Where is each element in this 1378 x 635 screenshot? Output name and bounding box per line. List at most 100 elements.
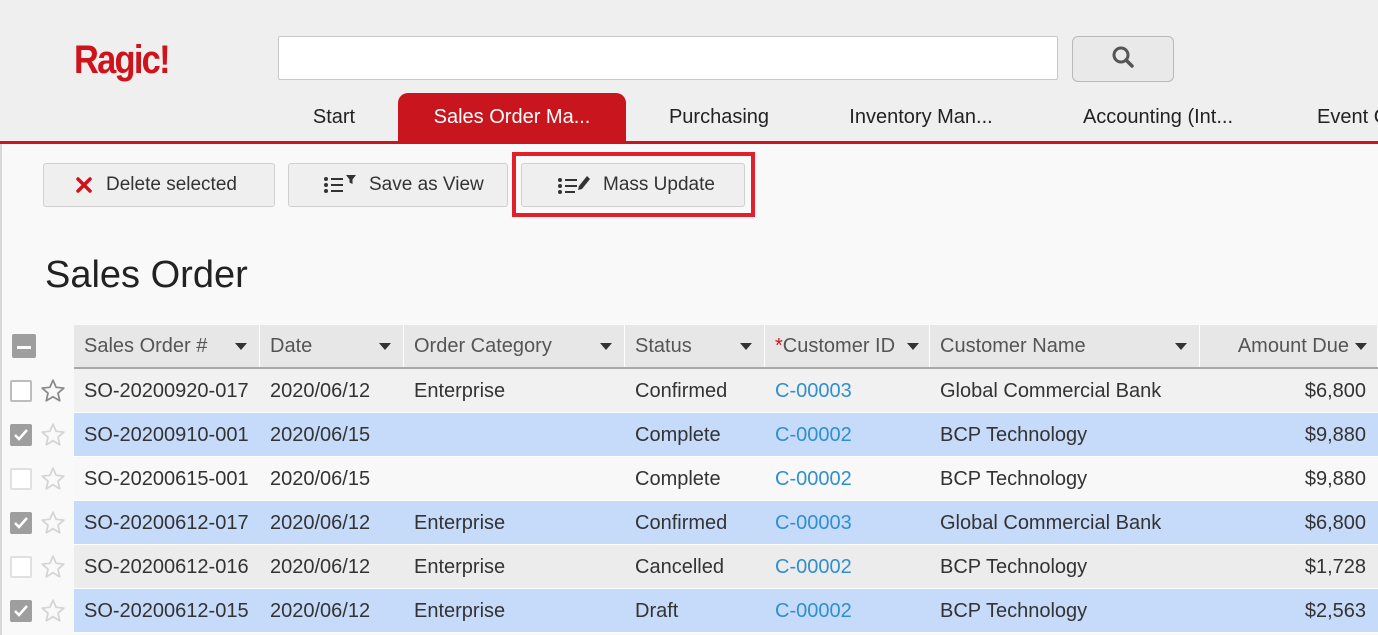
- star-icon[interactable]: [40, 378, 66, 404]
- cell-date: 2020/06/12: [270, 599, 371, 622]
- cell-amount-due: $9,880: [1304, 423, 1366, 446]
- required-marker: *: [775, 334, 783, 357]
- row-controls: [10, 457, 70, 501]
- cell-customer-id[interactable]: C-00003: [765, 369, 930, 413]
- search-button[interactable]: [1072, 36, 1174, 82]
- table-row[interactable]: SO-20200920-017 2020/06/12 Enterprise Confi…: [74, 369, 1378, 413]
- table-row[interactable]: SO-20200615-001 2020/06/15 Complete C-00002…: [74, 457, 1378, 501]
- save-as-view-label: Save as View: [369, 174, 484, 195]
- star-icon[interactable]: [40, 510, 66, 536]
- column-header-order-category[interactable]: Order Category: [404, 325, 625, 367]
- sort-dropdown-icon[interactable]: [235, 343, 247, 350]
- row-checkbox[interactable]: [10, 512, 32, 534]
- row-checkbox[interactable]: [10, 424, 32, 446]
- search-icon: [1111, 45, 1135, 74]
- cell-sales-order: SO-20200612-016: [84, 555, 249, 578]
- star-icon[interactable]: [40, 554, 66, 580]
- cell-status: Confirmed: [635, 379, 728, 402]
- cell-amount-due: $1,728: [1304, 555, 1366, 578]
- star-icon[interactable]: [40, 598, 66, 624]
- cell-customer-name: Global Commercial Bank: [940, 511, 1162, 534]
- cell-customer-name: BCP Technology: [940, 423, 1088, 446]
- save-as-view-button[interactable]: Save as View: [288, 163, 508, 207]
- column-header-sales-order[interactable]: Sales Order #: [74, 325, 260, 367]
- cell-status: Complete: [635, 423, 721, 446]
- row-checkbox[interactable]: [10, 600, 32, 622]
- column-header-customer-name[interactable]: Customer Name: [930, 325, 1200, 367]
- cell-customer-name: Global Commercial Bank: [940, 379, 1162, 402]
- star-icon[interactable]: [40, 466, 66, 492]
- cell-customer-id[interactable]: C-00002: [765, 457, 930, 501]
- row-controls: [10, 545, 70, 589]
- row-checkbox[interactable]: [10, 556, 32, 578]
- cell-order-category: [404, 457, 625, 501]
- select-all-checkbox[interactable]: [12, 334, 36, 358]
- highlight-annotation: [512, 152, 755, 217]
- cell-customer-id[interactable]: C-00002: [765, 413, 930, 457]
- cell-amount-due: $6,800: [1304, 379, 1366, 402]
- table-row[interactable]: SO-20200612-015 2020/06/12 Enterprise Draft…: [74, 589, 1378, 633]
- cell-order-category: Enterprise: [414, 511, 506, 534]
- search-input[interactable]: [278, 36, 1058, 80]
- cell-date: 2020/06/12: [270, 511, 371, 534]
- tab-accounting[interactable]: Accounting (Int...: [1060, 93, 1256, 141]
- cell-amount-due: $9,880: [1304, 467, 1366, 490]
- tab-sales-order[interactable]: Sales Order Ma...: [398, 93, 626, 141]
- cell-sales-order: SO-20200910-001: [84, 423, 249, 446]
- cell-customer-id[interactable]: C-00002: [765, 545, 930, 589]
- sort-dropdown-icon[interactable]: [1175, 343, 1187, 350]
- cell-sales-order: SO-20200612-015: [84, 599, 249, 622]
- ragic-logo[interactable]: Ragic!: [74, 38, 171, 83]
- check-icon: [14, 517, 28, 529]
- sort-dropdown-icon[interactable]: [907, 343, 919, 350]
- cell-date: 2020/06/15: [270, 467, 371, 490]
- cell-order-category: Enterprise: [414, 599, 506, 622]
- sort-dropdown-icon[interactable]: [600, 343, 612, 350]
- cell-sales-order: SO-20200612-017: [84, 511, 249, 534]
- column-header-date[interactable]: Date: [260, 325, 404, 367]
- delete-icon: [74, 175, 94, 195]
- tab-purchasing[interactable]: Purchasing: [648, 93, 790, 141]
- sort-dropdown-icon[interactable]: [740, 343, 752, 350]
- row-controls: [10, 369, 70, 413]
- cell-status: Draft: [635, 599, 679, 622]
- cell-customer-name: BCP Technology: [940, 467, 1088, 490]
- table-header: Sales Order # Date Order Category Status…: [74, 325, 1378, 369]
- row-controls: [10, 413, 70, 457]
- tab-event[interactable]: Event C: [1296, 93, 1378, 141]
- module-tabs: Start Sales Order Ma... Purchasing Inven…: [0, 93, 1378, 141]
- delete-selected-button[interactable]: Delete selected: [43, 163, 275, 207]
- table-row[interactable]: SO-20200612-016 2020/06/12 Enterprise Cance…: [74, 545, 1378, 589]
- check-icon: [14, 605, 28, 617]
- column-header-customer-id[interactable]: * Customer ID: [765, 325, 930, 367]
- star-icon[interactable]: [40, 422, 66, 448]
- cell-date: 2020/06/12: [270, 379, 371, 402]
- cell-status: Confirmed: [635, 511, 728, 534]
- cell-customer-name: BCP Technology: [940, 555, 1088, 578]
- cell-sales-order: SO-20200615-001: [84, 467, 249, 490]
- delete-selected-label: Delete selected: [106, 174, 237, 195]
- column-header-status[interactable]: Status: [625, 325, 765, 367]
- column-header-amount-due[interactable]: Amount Due: [1200, 325, 1378, 367]
- cell-order-category: Enterprise: [414, 379, 506, 402]
- cell-amount-due: $6,800: [1304, 511, 1366, 534]
- sort-dropdown-icon[interactable]: [1355, 343, 1367, 350]
- minus-icon: [17, 337, 31, 355]
- cell-sales-order: SO-20200920-017: [84, 379, 249, 402]
- check-icon: [14, 429, 28, 441]
- cell-order-category: [404, 413, 625, 457]
- table-row[interactable]: SO-20200910-001 2020/06/15 Complete C-00002…: [74, 413, 1378, 457]
- row-checkbox[interactable]: [10, 380, 32, 402]
- sort-dropdown-icon[interactable]: [379, 343, 391, 350]
- tab-start[interactable]: Start: [288, 93, 380, 141]
- cell-status: Complete: [635, 467, 721, 490]
- cell-customer-name: BCP Technology: [940, 599, 1088, 622]
- row-checkbox[interactable]: [10, 468, 32, 490]
- cell-customer-id[interactable]: C-00002: [765, 589, 930, 633]
- row-controls: [10, 589, 70, 633]
- cell-customer-id[interactable]: C-00003: [765, 501, 930, 545]
- cell-status: Cancelled: [635, 555, 724, 578]
- row-controls: [10, 501, 70, 545]
- tab-inventory[interactable]: Inventory Man...: [826, 93, 1016, 141]
- table-row[interactable]: SO-20200612-017 2020/06/12 Enterprise Confi…: [74, 501, 1378, 545]
